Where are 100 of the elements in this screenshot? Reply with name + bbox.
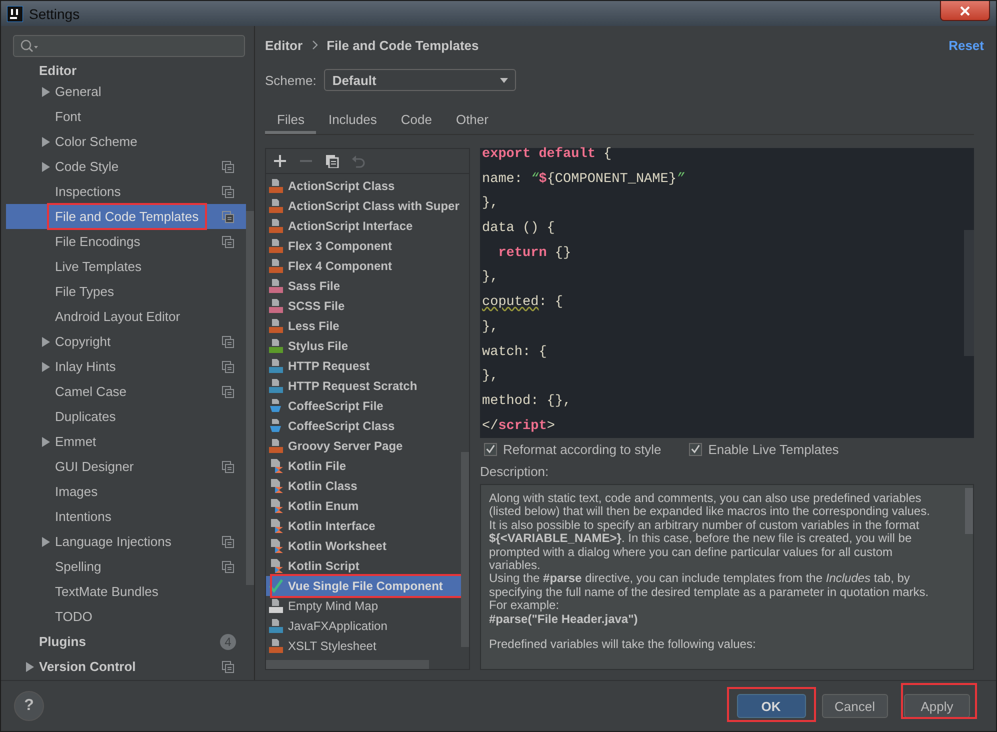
template-item[interactable]: ActionScript Class with Super: [266, 196, 461, 216]
section-heading: Editor: [39, 62, 77, 78]
file-icon: [268, 378, 284, 394]
close-button[interactable]: [940, 1, 990, 21]
dialog-button[interactable]: Apply: [904, 694, 970, 718]
scrollbar-thumb[interactable]: [461, 452, 469, 647]
template-name: JavaFXApplication: [288, 619, 388, 633]
template-name: Empty Mind Map: [288, 599, 378, 613]
template-item[interactable]: Empty Mind Map: [266, 596, 461, 616]
template-item[interactable]: Groovy Server Page: [266, 436, 461, 456]
search-field[interactable]: [13, 35, 245, 57]
expand-arrow-icon[interactable]: [41, 160, 51, 172]
template-name: XSLT Stylesheet: [288, 639, 376, 653]
template-item[interactable]: SCSS File: [266, 296, 461, 316]
template-name: CoffeeScript Class: [288, 419, 395, 433]
tree-item-label: General: [55, 84, 102, 99]
tree-item[interactable]: Language Injections: [6, 529, 246, 554]
template-item[interactable]: Kotlin Worksheet: [266, 536, 461, 556]
template-item[interactable]: Kotlin Enum: [266, 496, 461, 516]
tree-item[interactable]: TODO: [6, 604, 246, 629]
tree-item[interactable]: Color Scheme: [6, 129, 246, 154]
file-icon: [268, 638, 284, 654]
tree-item[interactable]: GUI Designer: [6, 454, 246, 479]
code-line: },: [482, 318, 500, 337]
tree-item[interactable]: Android Layout Editor: [6, 304, 246, 329]
tree-item[interactable]: Emmet: [6, 429, 246, 454]
template-item[interactable]: Less File: [266, 316, 461, 336]
template-item[interactable]: Flex 4 Component: [266, 256, 461, 276]
checkbox[interactable]: [689, 442, 702, 456]
template-name: Kotlin Enum: [288, 499, 359, 513]
help-button[interactable]: ?: [14, 691, 44, 721]
breadcrumb-item[interactable]: File and Code Templates: [326, 38, 479, 52]
dialog-button[interactable]: Cancel: [822, 694, 888, 718]
tree-item[interactable]: Live Templates: [6, 254, 246, 279]
template-name: Vue Single File Component: [288, 579, 443, 593]
tree-item[interactable]: Inspections: [6, 179, 246, 204]
tab[interactable]: Code: [388, 108, 444, 134]
checkbox[interactable]: [484, 442, 497, 456]
plus-icon[interactable]: [273, 154, 287, 168]
tree-section[interactable]: Editor: [6, 61, 246, 79]
file-icon: [268, 458, 284, 474]
template-item[interactable]: HTTP Request: [266, 356, 461, 376]
template-item[interactable]: Kotlin Script: [266, 556, 461, 576]
tree-item[interactable]: Spelling: [6, 554, 246, 579]
expand-arrow-icon[interactable]: [25, 660, 35, 672]
template-item[interactable]: HTTP Request Scratch: [266, 376, 461, 396]
tree-item[interactable]: TextMate Bundles: [6, 579, 246, 604]
template-item[interactable]: Flex 3 Component: [266, 236, 461, 256]
dialog-button[interactable]: OK: [736, 694, 806, 718]
code-line: data () {: [482, 220, 556, 238]
check-icon: [268, 578, 284, 594]
scheme-dropdown[interactable]: Default: [324, 69, 516, 91]
template-item[interactable]: CoffeeScript File: [266, 396, 461, 416]
expand-arrow-icon[interactable]: [41, 86, 51, 98]
tree-item[interactable]: File Types: [6, 279, 246, 304]
breadcrumb-item[interactable]: Editor: [265, 38, 303, 52]
tab[interactable]: Other: [444, 108, 500, 134]
expand-arrow-icon[interactable]: [41, 136, 51, 148]
tree-item[interactable]: Inlay Hints: [6, 354, 246, 379]
reset-link[interactable]: Reset: [948, 38, 984, 52]
scheme-label: Scheme:: [265, 72, 316, 88]
scrollbar-thumb[interactable]: [965, 488, 973, 534]
tree-item[interactable]: General: [6, 79, 246, 104]
tree-item[interactable]: File Encodings: [6, 229, 246, 254]
scrollbar-thumb[interactable]: [246, 211, 254, 585]
tree-item[interactable]: Duplicates: [6, 404, 246, 429]
template-item[interactable]: CoffeeScript Class: [266, 416, 461, 436]
scrollbar-thumb[interactable]: [266, 660, 429, 669]
template-item[interactable]: ActionScript Interface: [266, 216, 461, 236]
template-item[interactable]: Kotlin File: [266, 456, 461, 476]
tree-item[interactable]: Images: [6, 479, 246, 504]
template-item[interactable]: JavaFXApplication: [266, 616, 461, 636]
template-item[interactable]: Kotlin Class: [266, 476, 461, 496]
tree-item[interactable]: Camel Case: [6, 379, 246, 404]
copy-icon[interactable]: [325, 154, 339, 168]
tree-item[interactable]: Intentions: [6, 504, 246, 529]
template-item[interactable]: ActionScript Class: [266, 176, 461, 196]
expand-arrow-icon[interactable]: [41, 360, 51, 372]
template-name: Kotlin File: [288, 459, 346, 473]
tree-item[interactable]: Code Style: [6, 154, 246, 179]
tab[interactable]: Includes: [316, 108, 389, 134]
section-heading: Version Control: [39, 659, 136, 674]
template-item[interactable]: XSLT Stylesheet: [266, 636, 461, 656]
tree-item[interactable]: Copyright: [6, 329, 246, 354]
tree-item-label: Camel Case: [55, 384, 127, 399]
tree-item[interactable]: File and Code Templates: [6, 204, 246, 229]
expand-arrow-icon[interactable]: [41, 336, 51, 348]
tree-section[interactable]: Version Control: [6, 654, 246, 679]
template-item[interactable]: Vue Single File Component: [266, 576, 461, 596]
scrollbar-thumb[interactable]: [964, 230, 974, 356]
expand-arrow-icon[interactable]: [41, 436, 51, 448]
template-item[interactable]: Sass File: [266, 276, 461, 296]
template-item[interactable]: Stylus File: [266, 336, 461, 356]
template-item[interactable]: Kotlin Interface: [266, 516, 461, 536]
expand-arrow-icon[interactable]: [41, 536, 51, 548]
tree-item[interactable]: Font: [6, 104, 246, 129]
tab[interactable]: Files: [265, 108, 316, 134]
file-icon: [268, 358, 284, 374]
code-editor[interactable]: export default { name: “${COMPONENT_NAME}” }, data () { return {} }, coputed: { }, watch: { }, method: {}, </script>: [480, 148, 974, 438]
tree-item-label: Spelling: [55, 559, 102, 574]
